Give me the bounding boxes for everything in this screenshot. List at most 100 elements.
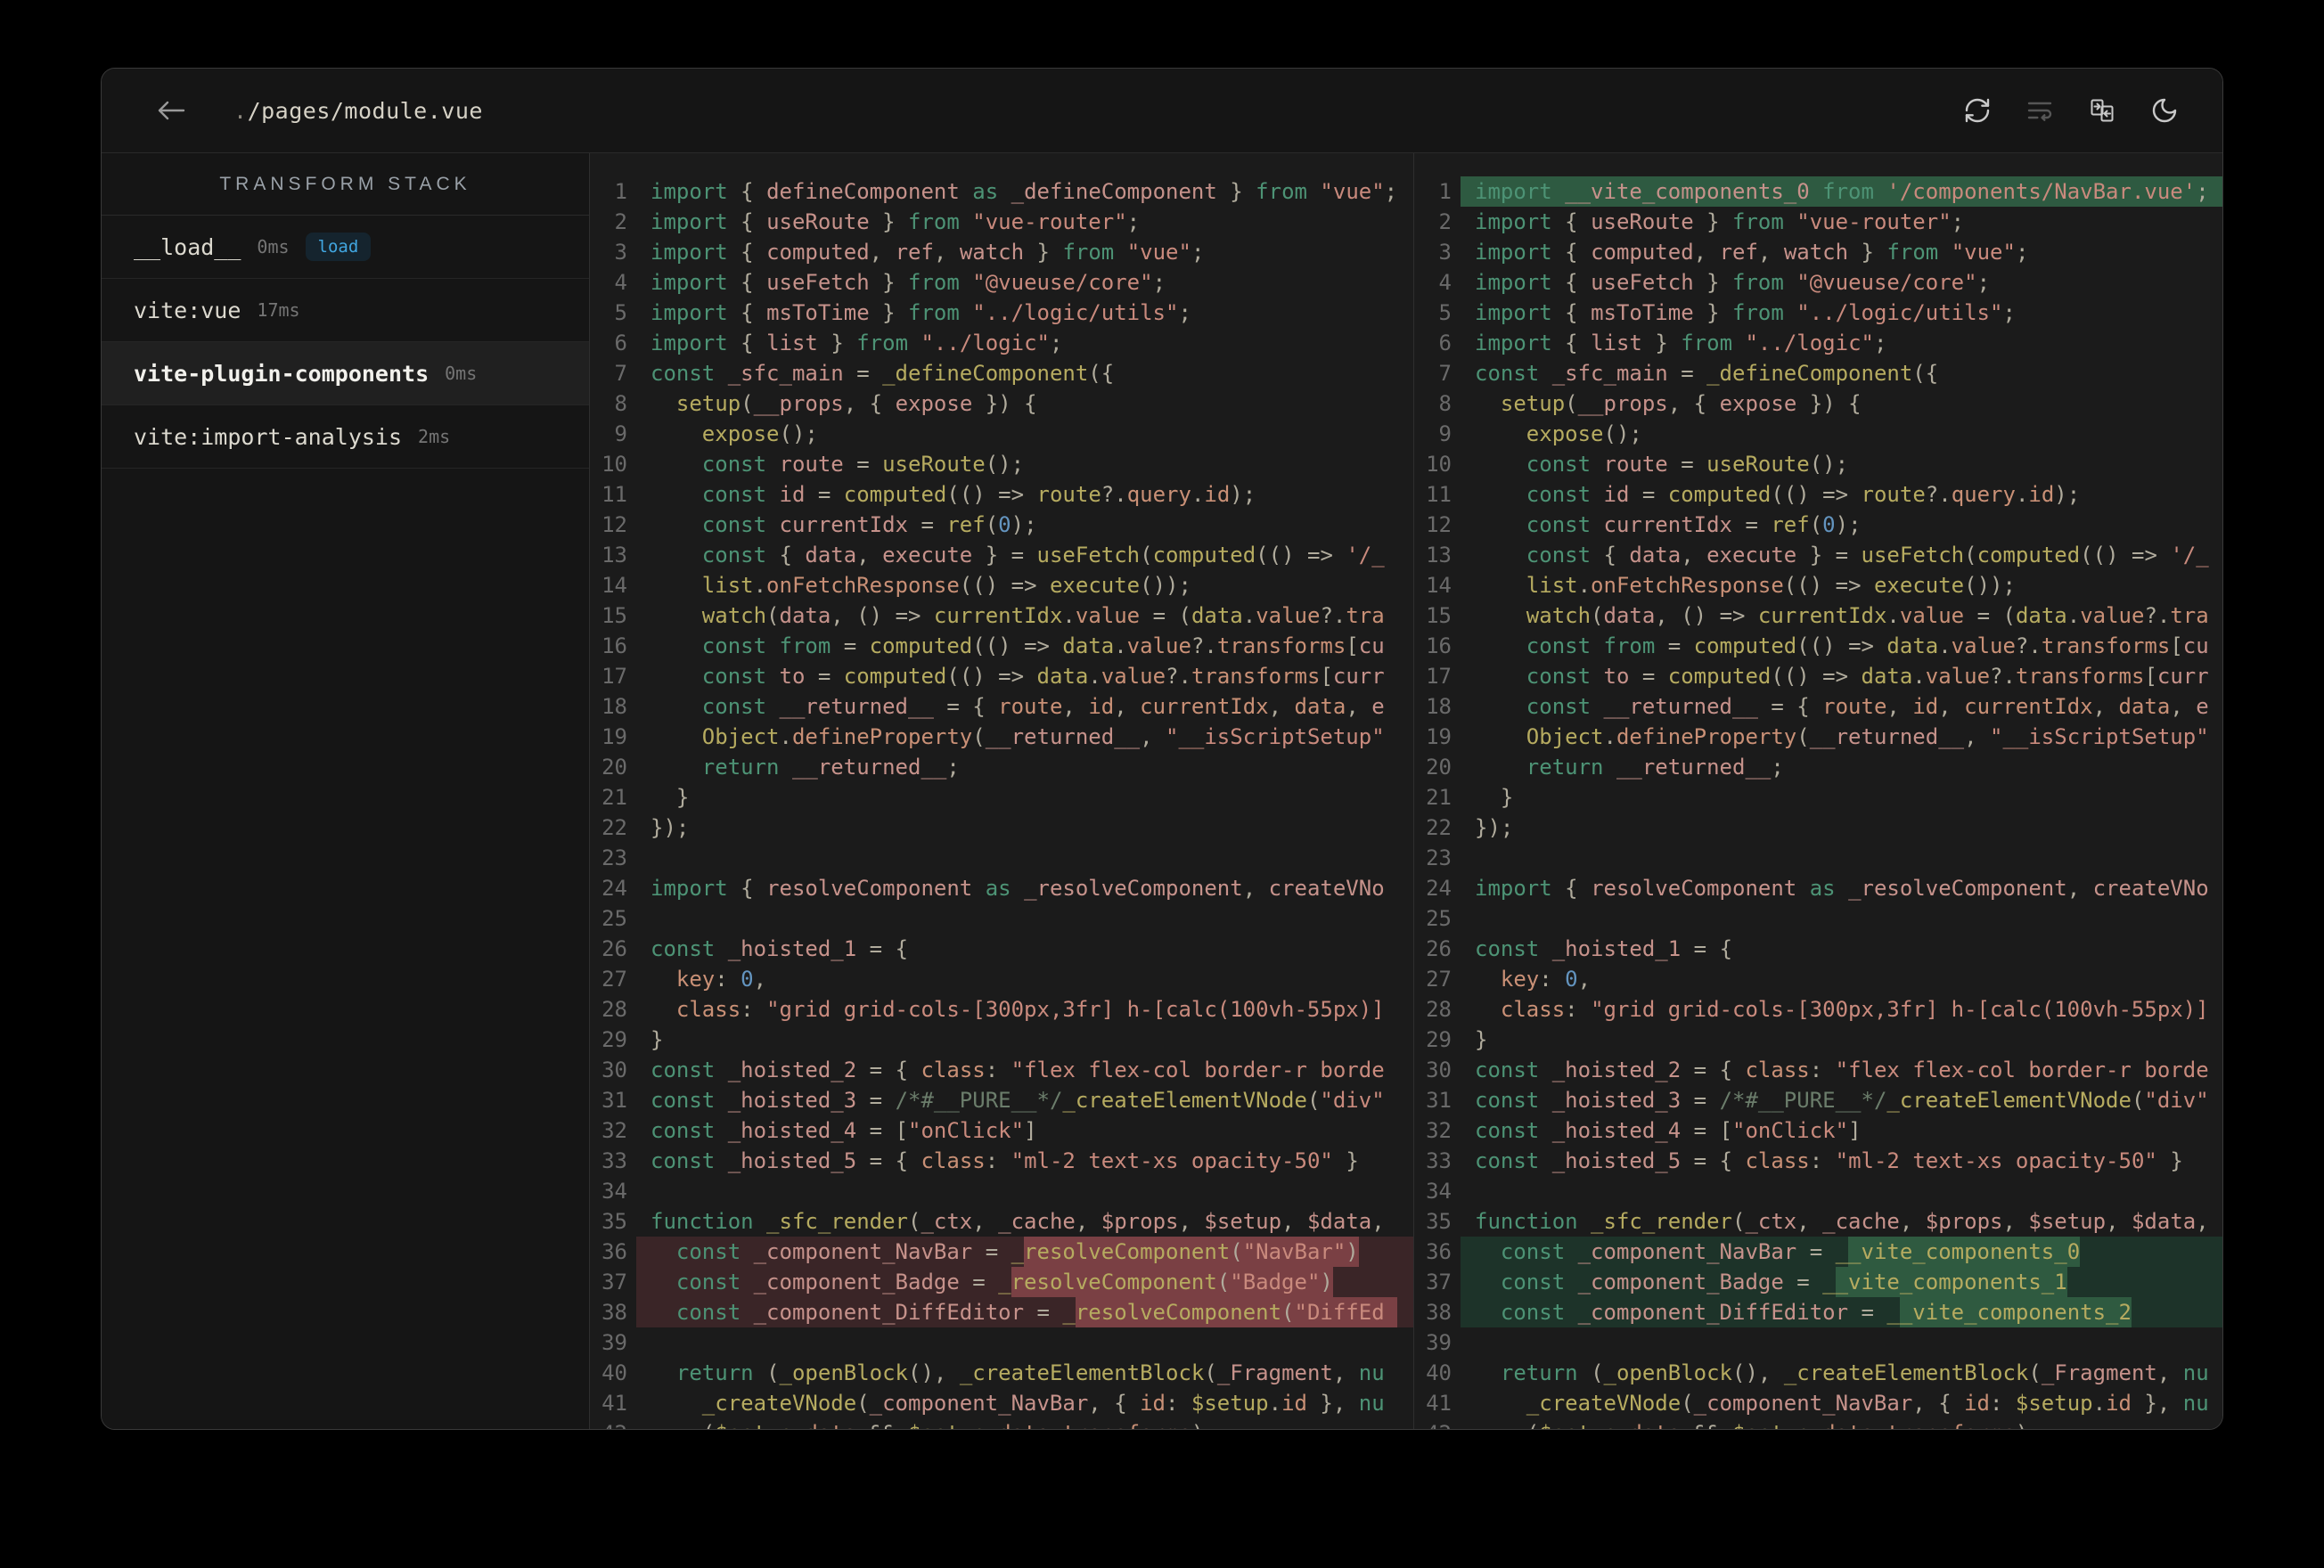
- line-number: 34: [1426, 1179, 1452, 1204]
- code-line: watch(data, () => currentIdx.value = (da…: [1526, 603, 2209, 628]
- code-line: _createVNode(_component_NavBar, { id: $s…: [1526, 1391, 2209, 1416]
- code-line: const _component_DiffEditor = _resolveCo…: [636, 1297, 1413, 1327]
- main-content: TRANSFORM STACK __load__ 0ms load vite:vue 1…: [102, 153, 2222, 1429]
- line-number: 13: [1426, 543, 1452, 568]
- code-line: const _hoisted_2 = { class: "flex flex-c…: [651, 1058, 1385, 1082]
- line-number: 23: [1426, 845, 1452, 870]
- line-number: 37: [601, 1270, 627, 1294]
- line-number: 41: [601, 1391, 627, 1416]
- code-line: import { useRoute } from "vue-router";: [651, 209, 1141, 234]
- wrap-lines-icon: [2025, 96, 2054, 125]
- page-title: ./pages/module.vue: [233, 98, 483, 124]
- line-number: 24: [1426, 876, 1452, 901]
- code-line: return __returned__;: [701, 755, 960, 780]
- code-line: });: [1475, 815, 1514, 840]
- dark-mode-button[interactable]: [2149, 95, 2180, 126]
- code-line: _createVNode(_component_NavBar, { id: $s…: [701, 1391, 1385, 1416]
- code-line: import { useFetch } from "@vueuse/core";: [1475, 270, 1991, 295]
- diff-pane-transformed[interactable]: 1 2 3 4 5 6 7 8 9 10 11 12 13 14 15 16 17 18 19 20 21 22 23 24 2…: [1413, 153, 2222, 1429]
- line-number: 16: [601, 633, 627, 658]
- line-number-gutter: 1 2 3 4 5 6 7 8 9 10 11 12 13 14 15 16 17 18 19 20 21 22 23 24 2…: [1414, 153, 1461, 1429]
- code-line: list.onFetchResponse(() => execute());: [701, 573, 1191, 598]
- code-line: const _hoisted_4 = ["onClick"]: [651, 1118, 1037, 1143]
- code-line: ($setup.data && $setup.data.transforms): [636, 1418, 1413, 1429]
- code-line: key: 0,: [1500, 967, 1592, 992]
- code-line: const currentIdx = ref(0);: [1526, 512, 1862, 537]
- refresh-button[interactable]: [1962, 95, 1993, 126]
- code-line: const _sfc_main = _defineComponent({: [651, 361, 1115, 386]
- line-number: 42: [590, 1418, 627, 1429]
- back-button[interactable]: [151, 94, 191, 127]
- code-line: const __returned__ = { route, id, curren…: [1526, 694, 2209, 719]
- code-line: const _component_NavBar = _resolveCompon…: [636, 1237, 1413, 1267]
- line-number: 25: [1426, 906, 1452, 931]
- code-line: list.onFetchResponse(() => execute());: [1526, 573, 2016, 598]
- line-number: 1: [614, 179, 627, 204]
- line-number: 21: [1426, 785, 1452, 810]
- line-number: 2: [1438, 209, 1452, 234]
- line-number: 36: [601, 1239, 627, 1264]
- titlebar: ./pages/module.vue: [102, 69, 2222, 153]
- code-line: Object.defineProperty(__returned__, "__i…: [1526, 724, 2209, 749]
- transform-stack-item-vite-vue[interactable]: vite:vue 17ms: [102, 279, 589, 342]
- load-badge: load: [305, 233, 372, 261]
- code-line: const to = computed(() => data.value?.tr…: [701, 664, 1385, 689]
- code-line: return __returned__;: [1526, 755, 1784, 780]
- transform-stack-sidebar: TRANSFORM STACK __load__ 0ms load vite:vue 1…: [102, 153, 590, 1429]
- code-line: key: 0,: [675, 967, 767, 992]
- transform-stack-item-load[interactable]: __load__ 0ms load: [102, 216, 589, 279]
- diff-editor: 1 2 3 4 5 6 7 8 9 10 11 12 13 14 15 16 17 18 19 20 21 22 23 24 2…: [590, 153, 2222, 1429]
- line-number: 39: [1426, 1330, 1452, 1355]
- line-number: 8: [1438, 391, 1452, 416]
- line-number: 16: [1426, 633, 1452, 658]
- code-line: watch(data, () => currentIdx.value = (da…: [701, 603, 1385, 628]
- code-line: const _component_Badge = _resolveCompone…: [636, 1267, 1413, 1297]
- code-line: }: [1475, 1027, 1488, 1052]
- code-line: const _hoisted_4 = ["onClick"]: [1475, 1118, 1862, 1143]
- code-line: const _hoisted_5 = { class: "ml-2 text-x…: [651, 1148, 1359, 1173]
- code-line: expose();: [701, 421, 818, 446]
- line-number: 15: [1426, 603, 1452, 628]
- transform-stack-item-vite-import-analysis[interactable]: vite:import-analysis 2ms: [102, 405, 589, 469]
- code-line: }: [675, 785, 690, 810]
- transform-stack-item-vite-plugin-components[interactable]: vite-plugin-components 0ms: [102, 342, 589, 405]
- code-line: const _hoisted_2 = { class: "flex flex-c…: [1475, 1058, 2209, 1082]
- line-number: 26: [1426, 936, 1452, 961]
- transform-stack-list: __load__ 0ms load vite:vue 17ms vite-plugin-c…: [102, 216, 589, 469]
- line-number: 29: [601, 1027, 627, 1052]
- code-line: const __returned__ = { route, id, curren…: [701, 694, 1385, 719]
- code-line: const currentIdx = ref(0);: [701, 512, 1037, 537]
- code-line: import { resolveComponent as _resolveCom…: [1475, 876, 2209, 901]
- code-line: const _component_NavBar = __vite_compone…: [1461, 1237, 2222, 1267]
- line-number: 41: [1426, 1391, 1452, 1416]
- wrap-lines-button[interactable]: [2025, 95, 2055, 126]
- line-number: 11: [601, 482, 627, 507]
- arrow-left-icon: [156, 98, 186, 123]
- code-line: const to = computed(() => data.value?.tr…: [1526, 664, 2209, 689]
- line-number: 27: [1426, 967, 1452, 992]
- line-number: 15: [601, 603, 627, 628]
- line-number: 28: [601, 997, 627, 1022]
- inspector-window: ./pages/module.vue TRANSFORM STACK __loa…: [101, 68, 2223, 1430]
- transform-stack-header: TRANSFORM STACK: [102, 153, 589, 216]
- line-number: 29: [1426, 1027, 1452, 1052]
- plugin-name: vite-plugin-components: [134, 360, 430, 387]
- code-line: import { computed, ref, watch } from "vu…: [651, 240, 1205, 265]
- line-number: 24: [601, 876, 627, 901]
- plugin-time: 2ms: [418, 426, 451, 447]
- code-line: const _component_Badge = __vite_componen…: [1461, 1267, 2222, 1297]
- code-line: const _hoisted_3 = /*#__PURE__*/_createE…: [1475, 1088, 2209, 1113]
- line-number-gutter: 1 2 3 4 5 6 7 8 9 10 11 12 13 14 15 16 17 18 19 20 21 22 23 24 2…: [590, 153, 636, 1429]
- code-line: Object.defineProperty(__returned__, "__i…: [701, 724, 1385, 749]
- line-number: 11: [1426, 482, 1452, 507]
- code-line: const from = computed(() => data.value?.…: [701, 633, 1385, 658]
- diff-pane-original[interactable]: 1 2 3 4 5 6 7 8 9 10 11 12 13 14 15 16 17 18 19 20 21 22 23 24 2…: [590, 153, 1413, 1429]
- line-number: 30: [1426, 1058, 1452, 1082]
- compare-panes-button[interactable]: [2087, 95, 2117, 126]
- line-number: 22: [601, 815, 627, 840]
- code-line: const { data, execute } = useFetch(compu…: [701, 543, 1385, 568]
